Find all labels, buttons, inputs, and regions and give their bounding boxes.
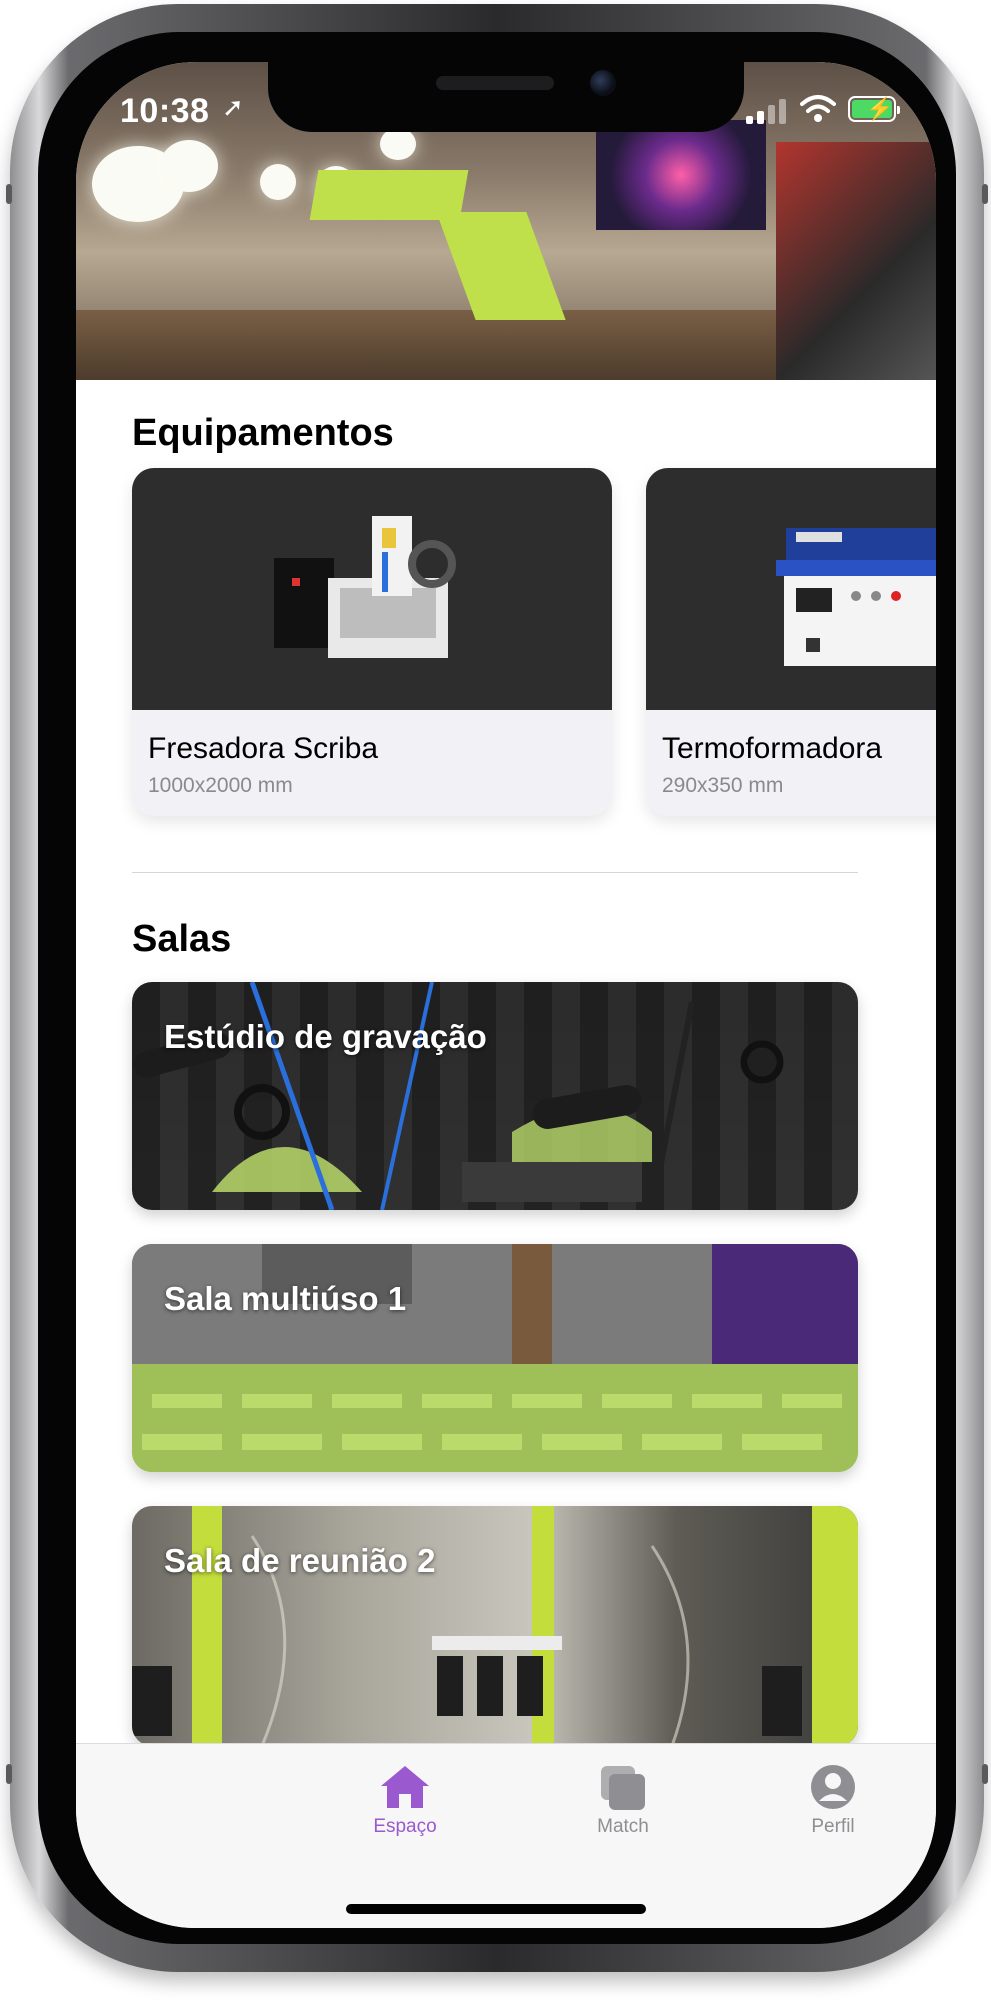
room-name: Sala de reunião 2 xyxy=(164,1542,436,1579)
hero-lamp xyxy=(160,140,218,192)
speaker-grille xyxy=(436,76,554,90)
room-card[interactable]: Sala de reunião 2 xyxy=(132,1506,858,1746)
room-name: Estúdio de gravação xyxy=(164,1018,487,1055)
battery-charging-icon: ⚡ xyxy=(848,96,900,122)
location-arrow-icon: ➚ xyxy=(222,92,244,122)
room-image-multipurpose-room xyxy=(132,1244,858,1472)
person-circle-icon xyxy=(811,1765,855,1809)
house-icon xyxy=(381,1766,429,1808)
side-button xyxy=(982,1764,988,1784)
stacked-cards-icon xyxy=(601,1766,645,1810)
room-card[interactable]: Sala multiúso 1 xyxy=(132,1244,858,1472)
tab-label: Espaço xyxy=(373,1816,437,1837)
equipment-image-thermoformer xyxy=(646,468,936,710)
equipment-card[interactable]: Fresadora Scriba 1000x2000 mm xyxy=(132,468,612,816)
notch xyxy=(268,62,744,132)
hero-wall-screen xyxy=(596,120,766,230)
room-card[interactable]: Estúdio de gravação xyxy=(132,982,858,1210)
front-camera xyxy=(590,70,616,96)
side-button xyxy=(6,1764,12,1784)
side-button xyxy=(982,184,988,204)
home-indicator[interactable] xyxy=(346,1904,646,1914)
equipment-name: Fresadora Scriba xyxy=(148,732,379,765)
hero-lamp xyxy=(380,128,416,160)
phone-frame: 10:38 ➚ ⚡ Equipamentos Fresadora Scriba … xyxy=(6,4,988,1972)
status-time: 10:38 xyxy=(120,92,210,130)
equipment-spec: 290x350 mm xyxy=(662,774,784,797)
tab-label: Match xyxy=(597,1816,649,1837)
tab-perfil[interactable]: Perfil xyxy=(778,1762,888,1838)
tab-match[interactable]: Match xyxy=(568,1762,678,1838)
wifi-icon xyxy=(800,95,836,122)
equipment-card[interactable]: Termoformadora 290x350 mm xyxy=(646,468,936,816)
app-screen: 10:38 ➚ ⚡ Equipamentos Fresadora Scriba … xyxy=(76,62,936,1928)
hero-right-wall xyxy=(776,142,936,380)
section-divider xyxy=(132,872,858,873)
rooms-section-title: Salas xyxy=(132,918,232,960)
equipment-name: Termoformadora xyxy=(662,732,883,765)
equipment-image-milling-machine xyxy=(132,468,612,710)
cellular-signal-icon xyxy=(746,98,790,124)
room-image-recording-studio xyxy=(133,982,784,1210)
tab-espaco[interactable]: Espaço xyxy=(350,1762,460,1838)
equipment-spec: 1000x2000 mm xyxy=(148,774,293,797)
tab-bar: Espaço Match Perfil xyxy=(76,1743,936,1928)
hero-lamp xyxy=(260,164,296,200)
room-name: Sala multiúso 1 xyxy=(164,1280,407,1317)
side-button xyxy=(6,184,12,204)
equipment-section-title: Equipamentos xyxy=(132,412,394,454)
tab-label: Perfil xyxy=(811,1816,855,1837)
hero-green-stairs xyxy=(436,212,566,320)
